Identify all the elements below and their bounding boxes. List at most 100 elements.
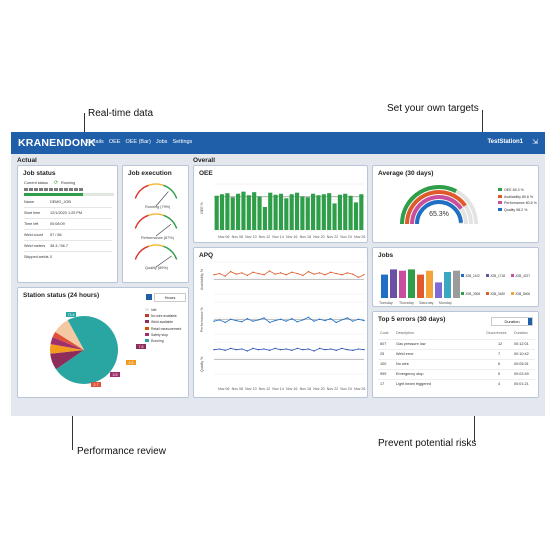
apq-point — [341, 274, 343, 276]
oee-panel: OEE OEE % Nov 06 Nov 08 Nov 10 Nov 12 Nov 14… — [193, 165, 368, 243]
row-label: Weld count — [24, 233, 43, 237]
legend-label: JOB_3430 — [490, 292, 506, 296]
menu-item-settings[interactable]: Settings — [172, 139, 192, 145]
divider — [24, 218, 112, 219]
segment-bar — [24, 188, 84, 191]
apq-point — [324, 274, 326, 276]
row-label: Time left — [24, 222, 39, 226]
x-tick-label: Nov 06 — [218, 387, 229, 391]
oee-bar — [284, 198, 289, 230]
gauge-needle — [155, 223, 172, 237]
panel-title: Top 5 errors (30 days) — [378, 316, 446, 323]
divider — [24, 229, 112, 230]
apq-point — [285, 348, 287, 350]
apq-point — [246, 350, 249, 352]
average-panel: Average (30 days) 65.3% OEE 65.3 % Availa… — [372, 165, 539, 243]
apq-point — [307, 316, 310, 319]
legend-item: Weld available — [145, 320, 188, 324]
legend-label: JOB_8406 — [515, 292, 531, 296]
station-status-panel: Station status (24 hours) Hours 73.4 7.8 4… — [17, 287, 189, 398]
x-tick-label: Nov 08 — [232, 387, 243, 391]
menu-item-oee[interactable]: OEE — [109, 139, 121, 145]
apq-point — [346, 317, 349, 319]
apq-point — [246, 317, 249, 320]
apq-point — [213, 320, 215, 322]
apq-point — [352, 320, 354, 322]
legend-swatch — [486, 274, 489, 277]
x-tick-label: Nov 20 — [313, 387, 324, 391]
legend-swatch — [145, 338, 149, 342]
x-tick-label: Nov 24 — [340, 387, 351, 391]
apq-point — [218, 319, 221, 321]
row-value: 12/1/2020 1:25 PM — [50, 211, 83, 215]
x-tick-label: Nov 26 — [354, 235, 365, 239]
cell-occ: 7 — [498, 352, 501, 356]
divider — [24, 251, 112, 252]
oee-bar — [219, 194, 225, 230]
apq-point — [241, 348, 243, 350]
x-tick-label: Nov 24 — [340, 235, 351, 239]
toggle-indicator — [528, 318, 532, 325]
table-row[interactable]: 100 No wire 6 00:05:31 — [378, 359, 535, 369]
jobs-bar — [444, 272, 451, 298]
gauge-arc — [163, 245, 178, 260]
oee-bar — [236, 193, 241, 230]
x-tick-label: Nov 16 — [286, 235, 297, 239]
apq-point — [291, 317, 293, 320]
x-tick-label: Nov 22 — [327, 387, 338, 391]
x-tick-label: Nov 08 — [232, 235, 243, 239]
section-overall: Overall — [193, 157, 216, 164]
oee-bar — [311, 193, 316, 230]
apq-point — [252, 347, 254, 350]
jobs-bar — [399, 270, 406, 298]
divider — [24, 207, 112, 208]
apq-point — [341, 319, 343, 321]
legend-item: OEE 65.3 % — [498, 188, 537, 192]
legend-swatch — [486, 292, 489, 295]
header-description: Description — [396, 331, 414, 335]
apq-point — [268, 270, 271, 272]
duration-toggle[interactable]: Duration — [491, 317, 533, 326]
cell-dur: 00:02:49 — [514, 372, 529, 376]
menu-item-oee-bar[interactable]: OEE (Bar) — [125, 139, 150, 145]
oee-bar — [278, 193, 284, 230]
apq-point — [307, 348, 310, 350]
legend-label: No wire available — [151, 314, 177, 319]
cell-occ: 6 — [498, 362, 501, 366]
legend-label: Running — [151, 338, 164, 343]
job-execution-panel: Job execution Running (79%) Performance … — [122, 165, 189, 283]
apq-point — [296, 321, 299, 323]
apq-point — [257, 272, 260, 275]
apq-point — [335, 272, 337, 275]
apq-point — [346, 348, 349, 351]
legend-label: JOB_3308 — [465, 292, 481, 296]
menu-item-jobs[interactable]: Jobs — [156, 139, 168, 145]
apq-point — [235, 319, 237, 322]
apq-point — [296, 347, 299, 350]
oee-bar — [332, 203, 337, 230]
apq-point — [285, 274, 287, 276]
apq-point — [274, 273, 276, 275]
apq-point — [302, 319, 304, 321]
callout-targets: Set your own targets — [387, 103, 479, 114]
table-row[interactable]: 999 Emergency stop 5 00:02:49 — [378, 369, 535, 379]
x-tick-label: Tuesday — [379, 301, 393, 305]
main-menu: Details OEE OEE (Bar) Jobs Settings — [87, 139, 192, 145]
cell-code: 100 — [380, 362, 387, 366]
table-row[interactable]: 25 Weld error 7 00:10:42 — [378, 349, 535, 359]
legend-label: JOB_1718 — [490, 274, 506, 278]
legend-item: Safety stop — [145, 332, 188, 337]
apq-point — [224, 349, 226, 352]
gauge-arc — [134, 214, 149, 229]
x-tick-label: Nov 14 — [272, 387, 283, 391]
table-row[interactable]: 607 Gas pressure low 12 00:12:01 — [378, 339, 535, 349]
x-tick-label: Nov 14 — [272, 235, 283, 239]
oee-bar — [262, 207, 267, 230]
table-row[interactable]: 17 Light beam triggered 4 00:01:21 — [378, 379, 535, 389]
menu-item-details[interactable]: Details — [87, 139, 104, 145]
apq-point — [224, 275, 226, 277]
apq-point — [291, 271, 293, 273]
cell-code: 607 — [380, 342, 387, 346]
exit-icon[interactable]: ⇲ — [532, 138, 538, 146]
brand-logo[interactable]: KRANENDONK — [18, 137, 96, 149]
